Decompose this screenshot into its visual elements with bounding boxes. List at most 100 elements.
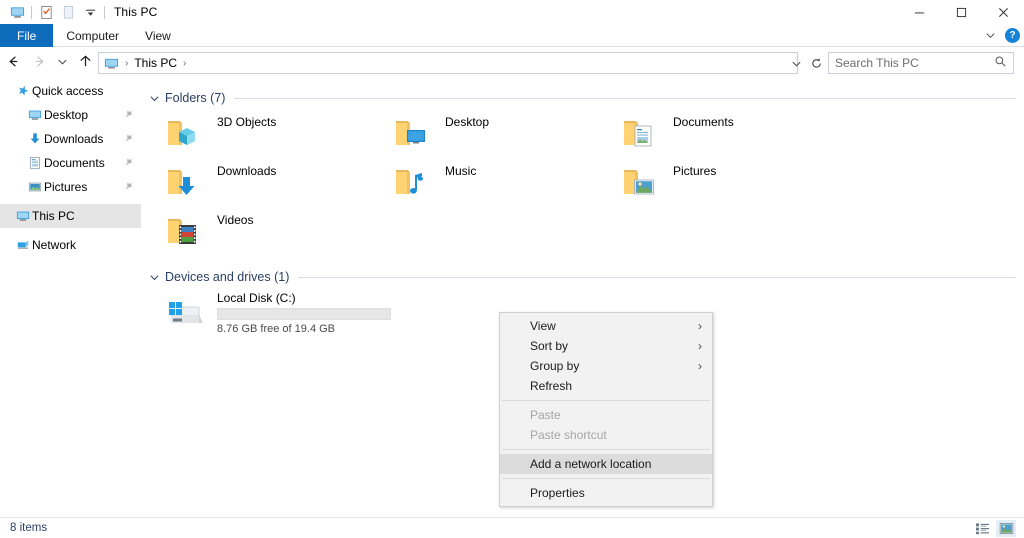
context-menu-item-view[interactable]: View › <box>500 316 712 336</box>
sidebar-item-documents[interactable]: Documents <box>0 151 141 175</box>
forward-button[interactable] <box>26 49 52 75</box>
sidebar-item-pictures[interactable]: Pictures <box>0 175 141 199</box>
sidebar-label-this-pc: This PC <box>32 209 75 223</box>
refresh-button[interactable] <box>806 50 826 76</box>
context-menu-label-sort-by: Sort by <box>530 339 569 353</box>
this-pc-icon[interactable] <box>6 1 28 23</box>
group-header-folders[interactable]: Folders (7) <box>141 88 1024 108</box>
folder-item-music[interactable]: Music <box>383 157 611 206</box>
previous-locations-button[interactable] <box>786 50 806 76</box>
folder-item-documents[interactable]: Documents <box>611 108 839 157</box>
window-controls <box>898 0 1024 24</box>
folder-item-3d-objects[interactable]: 3D Objects <box>155 108 383 157</box>
group-divider <box>234 97 1016 99</box>
breadcrumb-separator-1[interactable]: › <box>179 58 190 69</box>
context-menu-item-group-by[interactable]: Group by › <box>500 356 712 376</box>
chevron-down-icon[interactable] <box>149 93 160 104</box>
chevron-down-icon[interactable] <box>149 272 160 283</box>
recent-locations-button[interactable] <box>52 49 72 75</box>
folder-label-pictures: Pictures <box>673 164 717 178</box>
context-menu-item-paste-shortcut: Paste shortcut <box>500 425 712 445</box>
file-explorer-window: This PC File Computer View ? › This PC ›… <box>0 0 1024 538</box>
context-menu-item-properties[interactable]: Properties <box>500 483 712 503</box>
sidebar-item-desktop[interactable]: Desktop <box>0 103 141 127</box>
desktop-icon <box>26 108 44 122</box>
minimize-button[interactable] <box>898 0 940 24</box>
folder-tiles: 3D Objects Desktop Documents Downloads M… <box>141 108 1024 255</box>
context-menu: View › Sort by › Group by › Refresh Past… <box>499 312 713 507</box>
folder-item-desktop[interactable]: Desktop <box>383 108 611 157</box>
group-title-folders: Folders (7) <box>165 91 226 105</box>
tab-view[interactable]: View <box>132 24 184 47</box>
toolbar-separator-2 <box>104 5 105 19</box>
close-button[interactable] <box>982 0 1024 24</box>
sidebar-label-quick-access: Quick access <box>32 84 104 98</box>
sidebar-label-pictures: Pictures <box>44 180 88 194</box>
pin-icon[interactable] <box>124 132 135 146</box>
tab-computer[interactable]: Computer <box>53 24 132 47</box>
quick-access-toolbar <box>0 1 108 23</box>
title-bar: This PC <box>0 0 1024 24</box>
chevron-right-icon: › <box>698 319 702 333</box>
search-icon[interactable] <box>994 55 1007 71</box>
new-folder-icon[interactable] <box>57 1 79 23</box>
drive-item-local-disk-c[interactable]: Local Disk (C:) 8.76 GB free of 19.4 GB <box>155 287 395 339</box>
back-button[interactable] <box>0 49 26 75</box>
folder-music-icon <box>389 159 437 205</box>
folder-documents-icon <box>617 110 665 156</box>
window-title: This PC <box>114 5 158 19</box>
breadcrumb-item-this-pc[interactable]: This PC <box>132 56 179 70</box>
context-menu-item-refresh[interactable]: Refresh <box>500 376 712 396</box>
folder-item-downloads[interactable]: Downloads <box>155 157 383 206</box>
pin-icon[interactable] <box>124 180 135 194</box>
context-menu-item-add-a-network-location[interactable]: Add a network location <box>500 454 712 474</box>
sidebar-label-network: Network <box>32 238 77 252</box>
properties-icon[interactable] <box>35 1 57 23</box>
breadcrumb-this-pc-icon[interactable] <box>101 56 121 71</box>
tab-file[interactable]: File <box>0 24 54 47</box>
drive-info: Local Disk (C:) 8.76 GB free of 19.4 GB <box>217 291 391 335</box>
sidebar-label-desktop: Desktop <box>44 108 89 122</box>
folder-item-videos[interactable]: Videos <box>155 206 383 255</box>
context-menu-separator-2 <box>502 449 710 450</box>
group-divider <box>298 276 1016 278</box>
context-menu-label-properties: Properties <box>530 486 585 500</box>
context-menu-label-paste: Paste <box>530 408 561 422</box>
sidebar-item-network[interactable]: Network <box>0 233 141 257</box>
star-pin-icon <box>14 84 32 98</box>
context-menu-separator-1 <box>502 400 710 401</box>
ribbon-right-controls: ? <box>982 24 1020 47</box>
group-title-devices: Devices and drives (1) <box>165 270 290 284</box>
search-input[interactable]: Search This PC <box>835 56 994 70</box>
chevron-down-icon[interactable] <box>982 28 998 44</box>
search-box[interactable]: Search This PC <box>828 52 1014 74</box>
folder-item-pictures[interactable]: Pictures <box>611 157 839 206</box>
breadcrumb-separator-0[interactable]: › <box>121 58 132 69</box>
pin-icon[interactable] <box>124 108 135 122</box>
context-menu-label-refresh: Refresh <box>530 379 573 393</box>
view-mode-buttons <box>972 519 1024 537</box>
sidebar-item-quick-access[interactable]: Quick access <box>0 79 141 103</box>
group-header-devices[interactable]: Devices and drives (1) <box>141 267 1024 287</box>
documents-icon <box>26 156 44 170</box>
toolbar-separator-1 <box>31 5 32 19</box>
context-menu-label-view: View <box>530 319 556 333</box>
sidebar-item-this-pc[interactable]: This PC <box>0 204 141 228</box>
help-icon[interactable]: ? <box>1005 28 1020 43</box>
pin-icon[interactable] <box>124 156 135 170</box>
pictures-icon <box>26 180 44 194</box>
large-icons-view-button[interactable] <box>996 519 1016 537</box>
maximize-button[interactable] <box>940 0 982 24</box>
status-item-count: 8 items <box>10 522 48 534</box>
details-view-button[interactable] <box>972 520 992 537</box>
folder-label-videos: Videos <box>217 213 254 227</box>
up-button[interactable] <box>72 49 98 75</box>
sidebar-label-downloads: Downloads <box>44 132 104 146</box>
context-menu-item-sort-by[interactable]: Sort by › <box>500 336 712 356</box>
breadcrumb[interactable]: › This PC › <box>98 52 798 74</box>
customize-dropdown-icon[interactable] <box>79 1 101 23</box>
context-menu-label-add-a-network-location: Add a network location <box>530 457 652 471</box>
sidebar-item-downloads[interactable]: Downloads <box>0 127 141 151</box>
address-bar-buttons <box>786 52 826 74</box>
folder-videos-icon <box>161 208 209 254</box>
